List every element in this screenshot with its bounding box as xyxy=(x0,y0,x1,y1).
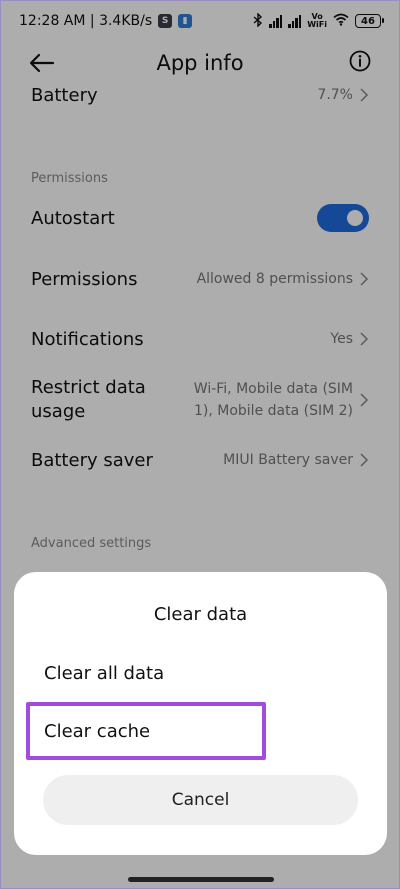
cancel-button[interactable]: Cancel xyxy=(43,775,358,825)
clear-data-dialog: Clear data Clear all data Clear cache Ca… xyxy=(14,572,387,855)
clear-all-data-option[interactable]: Clear all data xyxy=(44,663,164,684)
gesture-nav-handle[interactable] xyxy=(128,877,274,882)
dialog-title: Clear data xyxy=(153,604,248,625)
screen: 12:28 AM | 3.4KB/s S ▮ Vo WiFi 46 App in… xyxy=(0,0,400,889)
clear-cache-option[interactable]: Clear cache xyxy=(44,721,150,742)
